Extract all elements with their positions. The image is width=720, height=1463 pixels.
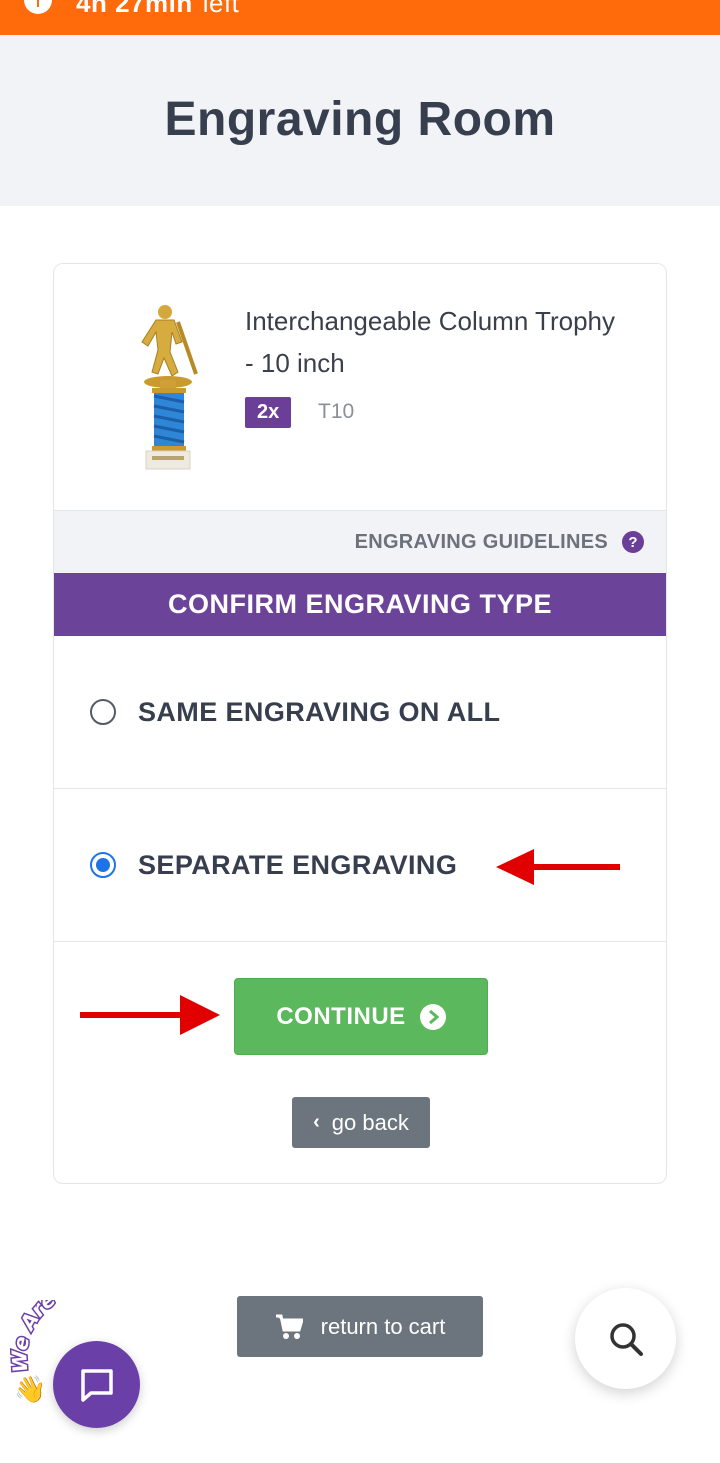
engraving-card: Interchangeable Column Trophy - 10 inch … — [53, 263, 667, 1184]
option-same-engraving[interactable]: SAME ENGRAVING ON ALL — [54, 636, 666, 789]
countdown-suffix: left — [202, 0, 240, 18]
option-separate-engraving-label[interactable]: SEPARATE ENGRAVING — [138, 850, 457, 881]
countdown-value: 4h 27min — [76, 0, 193, 18]
radio-separate-engraving[interactable] — [90, 852, 116, 878]
page-title: Engraving Room — [164, 93, 556, 146]
clock-icon — [24, 0, 52, 14]
confirm-engraving-heading: CONFIRM ENGRAVING TYPE — [54, 573, 666, 636]
trophy-image — [141, 305, 198, 470]
product-name: Interchangeable Column Trophy - 10 inch — [245, 306, 616, 378]
waving-hand-icon: 👋 — [14, 1374, 47, 1404]
annotation-arrow-right-icon — [80, 995, 220, 1035]
cart-icon — [275, 1314, 303, 1339]
annotation-arrow-left-icon — [496, 849, 620, 885]
chat-bubble-icon — [80, 1368, 113, 1402]
question-circle-icon[interactable]: ? — [622, 531, 644, 553]
product-sku: T10 — [318, 400, 355, 423]
chat-widget[interactable]: We Are Here! 👋 — [10, 1300, 170, 1440]
radio-same-engraving[interactable] — [90, 699, 116, 725]
continue-button[interactable]: CONTINUE — [234, 978, 488, 1055]
return-to-cart-button[interactable]: return to cart — [237, 1296, 483, 1357]
search-icon — [609, 1322, 643, 1356]
product-summary: Interchangeable Column Trophy - 10 inch … — [54, 264, 666, 510]
quantity-badge: 2x — [245, 397, 292, 428]
chat-button[interactable] — [53, 1341, 140, 1428]
engraving-guidelines-link[interactable]: ENGRAVING GUIDELINES ? — [54, 510, 666, 573]
arrow-right-circle-icon — [419, 1003, 446, 1030]
countdown-text: 4h 27min left — [76, 0, 239, 19]
return-to-cart-label: return to cart — [320, 1313, 446, 1339]
option-same-engraving-label[interactable]: SAME ENGRAVING ON ALL — [138, 697, 500, 728]
countdown-bar: 4h 27min left — [0, 0, 720, 35]
go-back-label: go back — [331, 1109, 409, 1135]
continue-label: CONTINUE — [276, 1002, 406, 1030]
page-header: Engraving Room — [0, 35, 720, 206]
confirm-heading-text: CONFIRM ENGRAVING TYPE — [167, 589, 553, 619]
search-button[interactable] — [575, 1288, 676, 1389]
guidelines-label: ENGRAVING GUIDELINES — [354, 530, 608, 553]
go-back-button[interactable]: ‹ go back — [292, 1097, 430, 1148]
chevron-left-icon: ‹ — [313, 1111, 320, 1133]
